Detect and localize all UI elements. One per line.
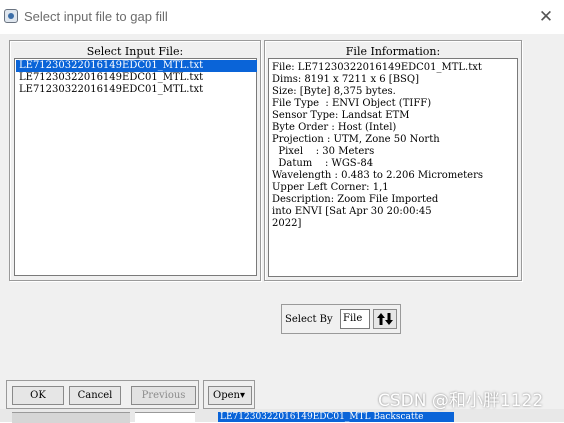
select-by-label: Select By [285, 314, 333, 325]
list-item[interactable]: LE71230322016149EDC01_MTL.txt [16, 84, 257, 96]
info-panel-title: File Information: [345, 45, 441, 58]
file-info-text: File: LE71230322016149EDC01_MTL.txt Dims… [268, 58, 518, 277]
sort-arrows-icon [377, 313, 393, 325]
open-button-label: Open [213, 390, 240, 401]
cancel-button[interactable]: Cancel [69, 386, 121, 405]
envi-app-icon [4, 9, 18, 23]
previous-button[interactable]: Previous [131, 386, 196, 405]
info-line: Wavelength : 0.483 to 2.206 Micrometers [272, 170, 484, 181]
ok-button[interactable]: OK [12, 386, 64, 405]
chevron-down-icon: ▾ [239, 390, 245, 401]
info-line: Byte Order : Host (Intel) [272, 122, 397, 133]
info-line: Sensor Type: Landsat ETM [272, 110, 410, 121]
sort-button[interactable] [373, 309, 397, 329]
select-by-field[interactable]: File [340, 309, 370, 329]
list-item[interactable]: LE71230322016149EDC01_MTL.txt [16, 60, 257, 72]
info-line: Upper Left Corner: 1,1 [272, 182, 389, 193]
close-icon[interactable]: ✕ [536, 7, 556, 27]
csdn-watermark: CSDN @和小胖1122 [378, 391, 544, 411]
background-tree-fragment [12, 412, 130, 423]
info-line: Projection : UTM, Zone 50 North [272, 134, 440, 145]
info-line: Pixel : 30 Meters [272, 146, 375, 157]
select-by-group: Select By File [281, 304, 401, 334]
info-line: Dims: 8191 x 7211 x 6 [BSQ] [272, 74, 420, 85]
input-file-panel: Select Input File: LE71230322016149EDC01… [9, 40, 261, 281]
info-line: Datum : WGS-84 [272, 158, 374, 169]
info-line: Description: Zoom File Imported [272, 194, 439, 205]
info-line: into ENVI [Sat Apr 30 20:00:45 [272, 206, 432, 217]
list-item[interactable]: LE71230322016149EDC01_MTL.txt [16, 72, 257, 84]
dialog-client: Select Input File: LE71230322016149EDC01… [0, 34, 564, 423]
open-button[interactable]: Open▾ [208, 386, 252, 405]
info-line: File: LE71230322016149EDC01_MTL.txt [272, 62, 482, 73]
input-file-list[interactable]: LE71230322016149EDC01_MTL.txt LE71230322… [14, 58, 257, 276]
title-bar: Select input file to gap fill ✕ [0, 0, 564, 34]
open-group: Open▾ [203, 380, 255, 409]
input-panel-title: Select Input File: [86, 45, 184, 58]
info-line: File Type : ENVI Object (TIFF) [272, 98, 432, 109]
action-button-group: OK Cancel Previous [6, 380, 199, 409]
background-layer-label: LE71230322016149EDC01_MTL Backscatte [218, 412, 454, 422]
info-line: 2022] [272, 218, 302, 229]
background-tree-fragment [135, 412, 195, 423]
window-title: Select input file to gap fill [24, 9, 168, 24]
file-info-panel: File Information: File: LE71230322016149… [264, 40, 522, 281]
info-line: Size: [Byte] 8,375 bytes. [272, 86, 396, 97]
